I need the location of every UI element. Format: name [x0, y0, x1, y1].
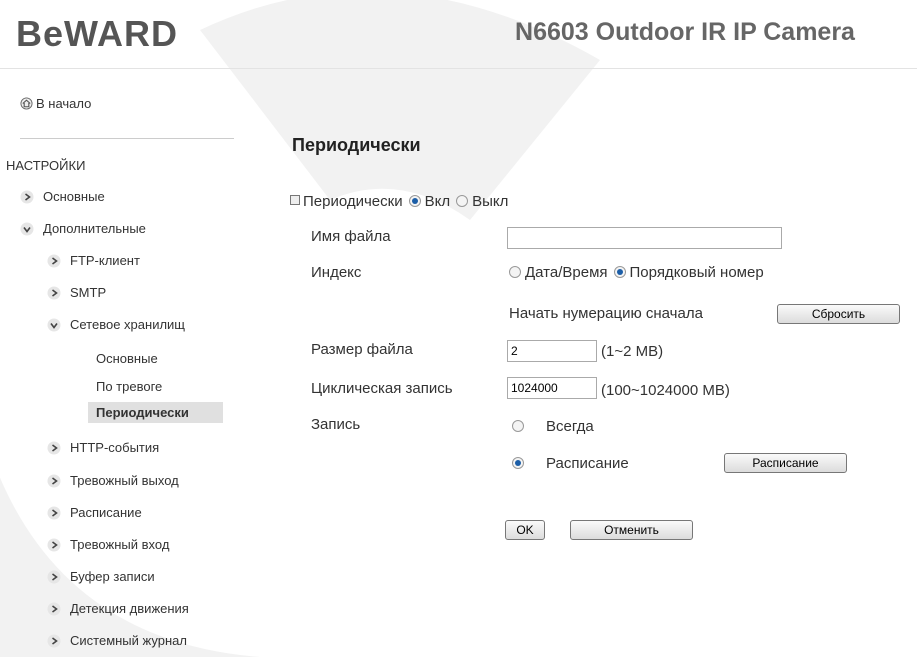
record-schedule-radio[interactable] [512, 457, 524, 469]
filename-label: Имя файла [311, 228, 391, 245]
arrow-right-icon [47, 602, 61, 615]
record-always-radio[interactable] [512, 420, 524, 432]
arrow-right-icon [47, 506, 61, 519]
index-datetime-radio[interactable] [509, 266, 521, 278]
beward-logo: BeWARD [16, 13, 179, 54]
divider [20, 138, 234, 139]
periodic-off-label: Выкл [472, 193, 509, 210]
sidebar-item-label: Детекция движения [70, 601, 189, 616]
periodic-label: Периодически [303, 193, 403, 210]
record-always-row: Всегда [506, 418, 594, 435]
schedule-button[interactable]: Расписание [724, 453, 847, 473]
cancel-button[interactable]: Отменить [570, 520, 693, 540]
sidebar-item-basic[interactable]: Основные [20, 189, 105, 204]
cyclic-input[interactable] [507, 377, 597, 399]
index-options: Дата/Время Порядковый номер [503, 264, 764, 281]
sidebar-item-label: Тревожный вход [70, 537, 170, 552]
sidebar-item-label: Сетевое хранилищ [70, 317, 186, 332]
periodic-on-label: Вкл [424, 193, 451, 210]
arrow-right-icon [47, 286, 61, 299]
cyclic-hint: (100~1024000 MB) [601, 382, 730, 399]
arrow-down-icon [47, 318, 61, 331]
sidebar-item-label: Тревожный выход [70, 473, 179, 488]
index-serial-label: Порядковый номер [629, 264, 764, 281]
sidebar-item-label: Системный журнал [70, 633, 187, 648]
record-always-label: Всегда [546, 418, 594, 435]
index-serial-radio[interactable] [613, 266, 626, 278]
filesize-label: Размер файла [311, 341, 413, 358]
camera-title: N6603 Outdoor IR IP Camera [515, 18, 855, 46]
settings-heading: НАСТРОЙКИ [6, 158, 86, 173]
ok-button[interactable]: OK [505, 520, 545, 540]
periodic-row: Периодически Вкл Выкл [290, 193, 508, 210]
sidebar: В начало НАСТРОЙКИ Основные Дополнительн… [0, 68, 236, 657]
sidebar-item-smtp[interactable]: SMTP [47, 285, 106, 300]
restart-label: Начать нумерацию сначала [509, 305, 703, 322]
sidebar-item-label: Дополнительные [43, 221, 146, 236]
page-title: Периодически [292, 135, 421, 155]
sidebar-subitem-periodic[interactable]: Периодически [88, 402, 223, 423]
record-schedule-label: Расписание [546, 455, 629, 472]
arrow-right-icon [47, 634, 61, 647]
header: BeWARD N6603 Outdoor IR IP Camera [0, 0, 917, 69]
sidebar-item-http[interactable]: HTTP-события [47, 440, 159, 455]
home-link[interactable]: В начало [20, 96, 91, 111]
sidebar-item-log[interactable]: Системный журнал [47, 633, 187, 648]
home-label: В начало [36, 96, 92, 111]
index-datetime-label: Дата/Время [525, 264, 608, 281]
periodic-on-radio[interactable] [408, 195, 421, 207]
home-icon [20, 97, 33, 110]
arrow-right-icon [47, 441, 61, 454]
arrow-right-icon [47, 538, 61, 551]
sidebar-item-label: Буфер записи [70, 569, 155, 584]
sidebar-item-label: SMTP [70, 285, 107, 300]
bullet-square-icon [290, 195, 300, 205]
sidebar-item-label: Основные [43, 189, 105, 204]
sidebar-item-label: HTTP-события [70, 440, 160, 455]
sidebar-item-alarm-out[interactable]: Тревожный выход [47, 473, 179, 488]
filename-input[interactable] [507, 227, 782, 249]
sidebar-item-nas[interactable]: Сетевое хранилищ [47, 317, 234, 332]
index-label: Индекс [311, 264, 362, 281]
record-schedule-row: Расписание [506, 455, 629, 472]
cyclic-label: Циклическая запись [311, 380, 453, 397]
sidebar-item-schedule[interactable]: Расписание [47, 505, 142, 520]
sidebar-item-advanced[interactable]: Дополнительные [20, 221, 146, 236]
sidebar-item-label: Расписание [70, 505, 142, 520]
sidebar-subitem-alarm[interactable]: По тревоге [96, 379, 162, 394]
arrow-right-icon [20, 190, 34, 203]
arrow-right-icon [47, 474, 61, 487]
record-label: Запись [311, 416, 361, 433]
arrow-down-icon [20, 222, 34, 235]
periodic-off-radio[interactable] [456, 195, 469, 207]
filesize-input[interactable] [507, 340, 597, 362]
sidebar-item-alarm-in[interactable]: Тревожный вход [47, 537, 169, 552]
reset-button[interactable]: Сбросить [777, 304, 900, 324]
filesize-hint: (1~2 MB) [601, 343, 664, 360]
arrow-right-icon [47, 254, 61, 267]
sidebar-item-motion[interactable]: Детекция движения [47, 601, 234, 616]
sidebar-subitem-basic[interactable]: Основные [96, 351, 158, 366]
arrow-right-icon [47, 570, 61, 583]
sidebar-item-label: FTP-клиент [70, 253, 140, 268]
sidebar-item-ftp[interactable]: FTP-клиент [47, 253, 140, 268]
sidebar-item-buffer[interactable]: Буфер записи [47, 569, 155, 584]
